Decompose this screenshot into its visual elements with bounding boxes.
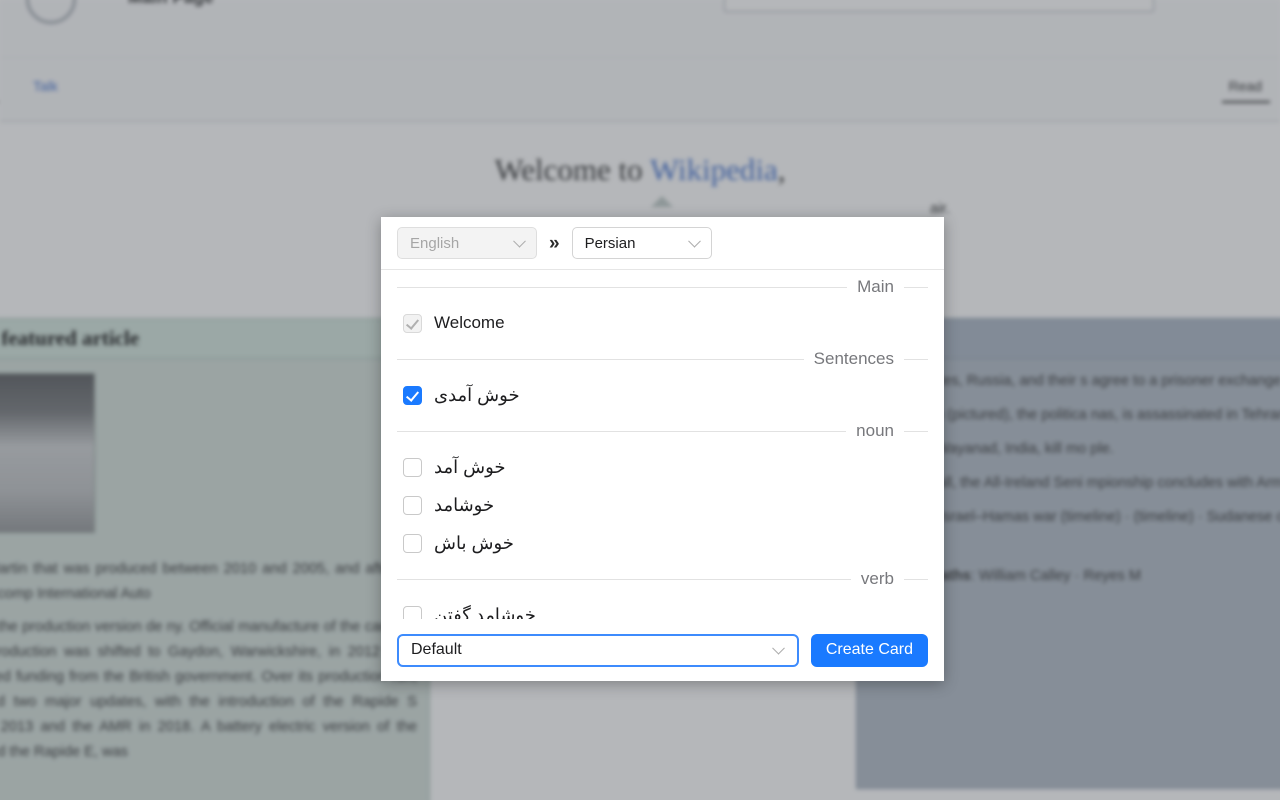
source-language-select[interactable]: English [397,227,537,259]
target-language-select[interactable]: Persian [571,227,712,259]
language-selector-header: English » Persian [381,217,944,270]
source-language-value: English [410,234,460,252]
translation-option-row[interactable]: خوش آمدی [397,376,928,414]
section-label: Sentences [813,349,894,368]
option-checkbox[interactable] [403,385,422,405]
create-card-dialog: English » Persian Main Welcome Sentences خو… [381,217,944,681]
divider-line [397,578,851,580]
option-label: خوشامد [434,494,495,515]
chevron-down-icon [513,234,526,248]
option-label: خوش آمدی [434,384,520,405]
option-label: خوش آمد [434,456,506,477]
translation-option-row[interactable]: خوش آمد [397,448,928,486]
divider-line [397,286,848,288]
divider-line [904,358,928,360]
language-direction-arrow-icon: » [549,232,560,254]
translation-option-row[interactable]: خوشامد گفتن [397,596,928,619]
translation-option-row[interactable]: خوش باش [397,524,928,562]
divider-line [904,430,928,432]
divider-line [904,578,928,580]
section-label: verb [860,569,894,588]
section-divider: Main [397,270,928,304]
option-checkbox[interactable] [403,495,422,515]
divider-line [904,286,928,288]
section-divider: Sentences [397,342,928,376]
option-checkbox[interactable] [403,605,422,619]
option-label: Welcome [434,313,505,332]
chevron-down-icon [771,641,785,655]
dialog-footer: Default Create Card [381,619,944,681]
option-label: خوشامد گفتن [434,604,536,620]
deck-select-value: Default [411,641,462,658]
deck-select[interactable]: Default [397,633,799,667]
section-label: noun [856,421,894,440]
chevron-down-icon [687,234,701,248]
option-checkbox[interactable] [403,457,422,477]
divider-line [397,358,804,360]
divider-line [397,430,847,432]
section-label: Main [857,277,894,296]
section-divider: verb [397,562,928,596]
option-checkbox [403,313,422,333]
create-card-button[interactable]: Create Card [810,633,928,667]
option-checkbox[interactable] [403,533,422,553]
translation-options-list: Main Welcome Sentences خوش آمدی noun خوش آمد خ… [381,270,944,619]
translation-option-row[interactable]: Welcome [397,304,928,342]
option-label: خوش باش [434,532,514,553]
translation-option-row[interactable]: خوشامد [397,486,928,524]
target-language-value: Persian [584,234,636,252]
section-divider: noun [397,414,928,448]
